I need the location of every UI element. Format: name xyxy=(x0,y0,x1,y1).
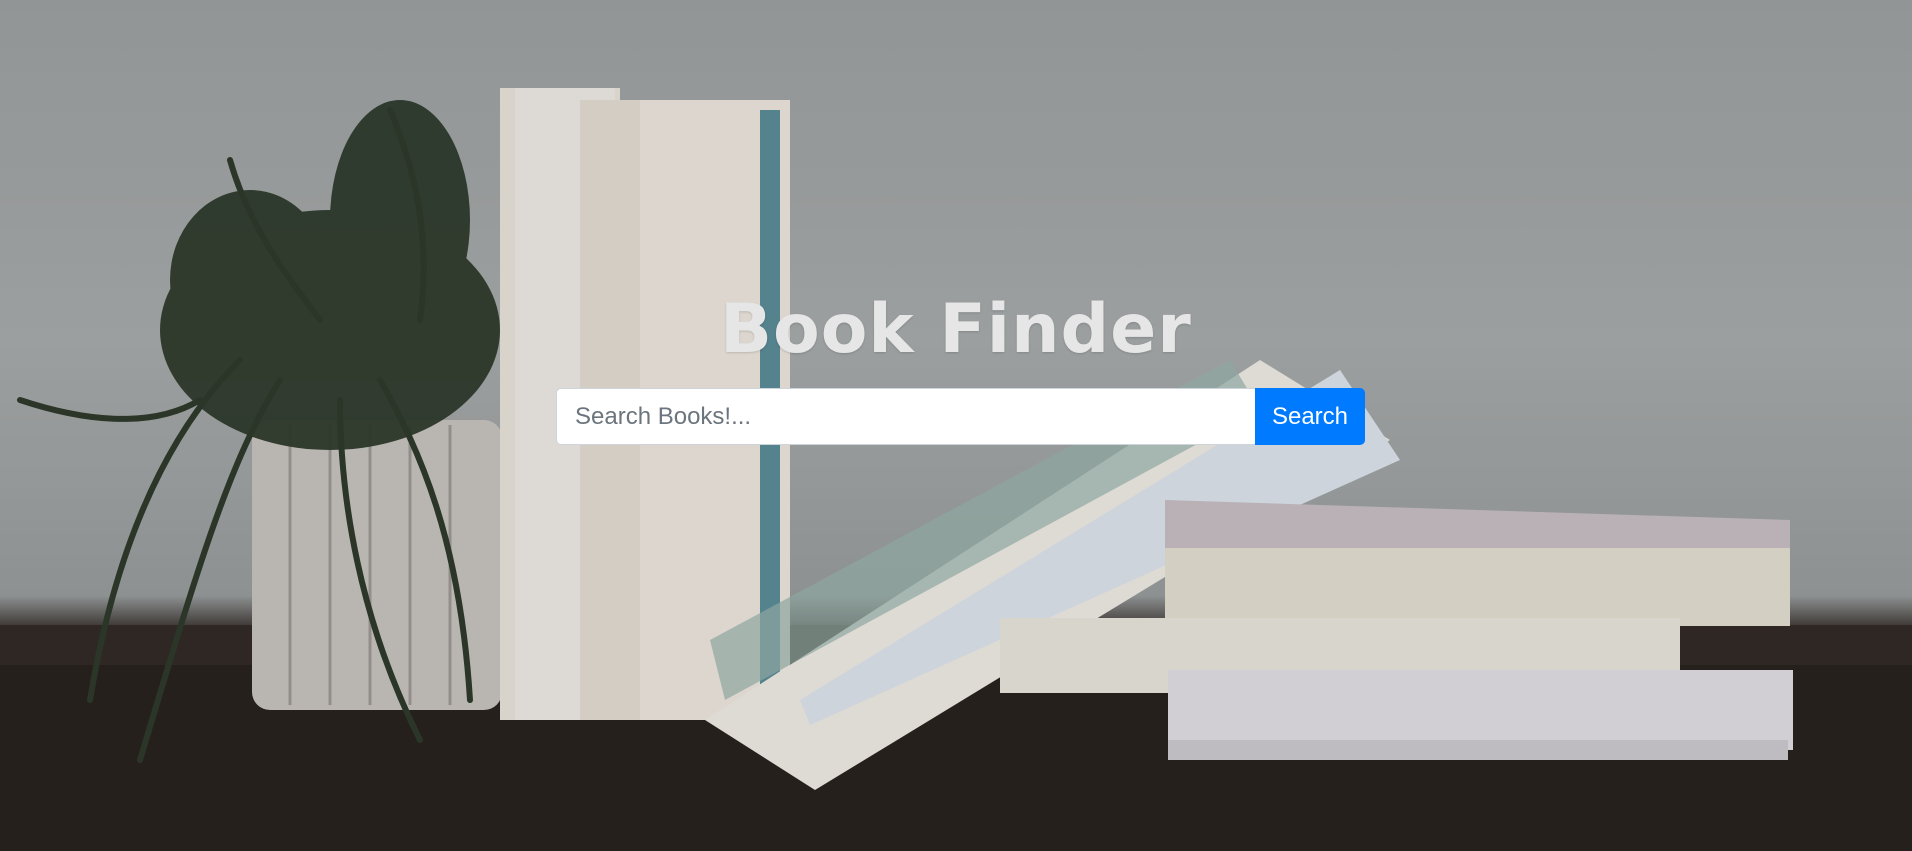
search-input[interactable] xyxy=(556,388,1255,445)
page-title: Book Finder xyxy=(720,290,1192,369)
search-form: Search xyxy=(556,388,1365,445)
content-layer: Book Finder Search xyxy=(0,0,1912,851)
search-button[interactable]: Search xyxy=(1255,388,1365,445)
